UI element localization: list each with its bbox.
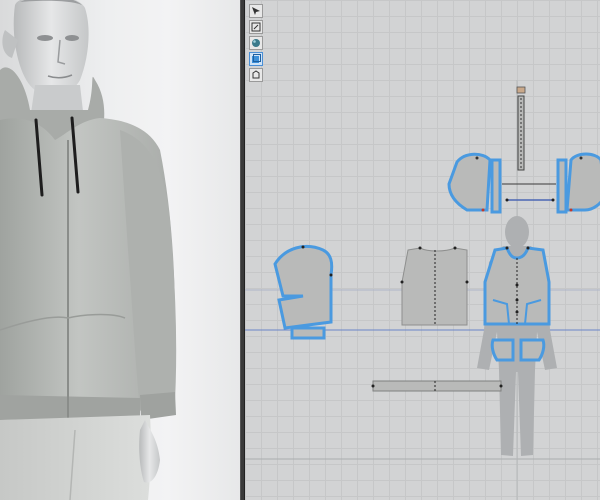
pattern-sheet-icon[interactable]	[249, 52, 263, 66]
3d-avatar-render	[0, 0, 177, 500]
pattern-cuff	[290, 326, 326, 340]
trace-icon[interactable]	[249, 68, 263, 82]
pattern-front-pocket-right	[519, 338, 546, 362]
pattern-waistband	[371, 380, 503, 392]
2d-pattern-viewport[interactable]	[245, 0, 600, 500]
sphere-icon[interactable]	[249, 36, 263, 50]
avatar-pants	[0, 415, 151, 500]
transform-pattern-icon[interactable]	[249, 20, 263, 34]
pattern-toolbar	[249, 4, 263, 82]
pattern-hood-right	[565, 152, 600, 212]
select-move-icon[interactable]	[249, 4, 263, 18]
pattern-sleeve	[273, 245, 334, 330]
pattern-hood-strip-right	[556, 158, 568, 214]
pattern-hood-left	[447, 152, 492, 212]
pattern-canvas	[245, 80, 600, 500]
3d-viewport[interactable]	[0, 0, 240, 500]
pattern-hood-strip-left	[490, 158, 502, 214]
pattern-front-pocket-left	[490, 338, 515, 362]
pattern-back-body	[400, 246, 469, 326]
pattern-zipper-tape	[516, 86, 526, 171]
avatar-hand	[139, 420, 160, 483]
pattern-front-body	[483, 246, 551, 326]
